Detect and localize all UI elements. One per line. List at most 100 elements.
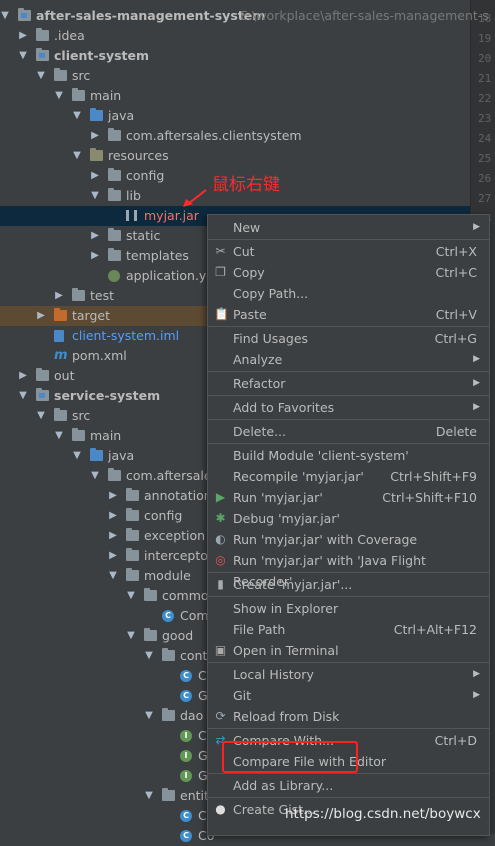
menu-item[interactable]: Build Module 'client-system' (208, 445, 489, 466)
collapse-arrow-icon[interactable]: ▶ (108, 526, 118, 546)
collapse-arrow-icon[interactable]: ▶ (18, 366, 28, 386)
menu-item[interactable]: Delete... Delete (208, 421, 489, 442)
tree-node-label: config (126, 168, 165, 183)
menu-item[interactable]: ▮ Create 'myjar.jar'... (208, 574, 489, 595)
tree-node[interactable]: ▼ src (0, 66, 470, 86)
watermark: https://blog.csdn.net/boywcx (285, 806, 481, 822)
menu-item-label: Create 'myjar.jar'... (233, 577, 353, 592)
expand-arrow-icon[interactable]: ▼ (36, 406, 46, 426)
menu-item-label: Copy Path... (233, 286, 309, 301)
class-icon: C (180, 690, 192, 702)
menu-item[interactable]: ◐ Run 'myjar.jar' with Coverage (208, 529, 489, 550)
package-icon (162, 708, 175, 721)
menu-item[interactable]: File Path Ctrl+Alt+F12 (208, 619, 489, 640)
menu-item[interactable]: ❐ Copy Ctrl+C (208, 262, 489, 283)
collapse-arrow-icon[interactable]: ▶ (90, 126, 100, 146)
collapse-arrow-icon[interactable]: ▶ (90, 166, 100, 186)
menu-separator (208, 596, 489, 597)
menu-item[interactable]: ⟳ Reload from Disk (208, 706, 489, 727)
expand-arrow-icon[interactable]: ▼ (144, 706, 154, 726)
class-icon: C (180, 810, 192, 822)
tree-node-label: good (162, 628, 194, 643)
tree-node-label: after-sales-management-system (36, 8, 266, 23)
menu-item[interactable]: ◎ Run 'myjar.jar' with 'Java Flight Recor… (208, 550, 489, 589)
expand-arrow-icon[interactable]: ▼ (54, 426, 64, 446)
class-icon: C (180, 670, 192, 682)
menu-item-label: Add to Favorites (233, 400, 335, 415)
package-icon (126, 528, 139, 541)
create-config-icon: ▮ (217, 577, 224, 591)
expand-arrow-icon[interactable]: ▼ (18, 386, 28, 406)
menu-item[interactable]: Git ▶ (208, 685, 489, 706)
tree-node-label: exception (144, 528, 206, 543)
expand-arrow-icon[interactable]: ▼ (144, 786, 154, 806)
expand-arrow-icon[interactable]: ▼ (90, 466, 100, 486)
tree-node[interactable]: ▼ resources (0, 146, 470, 166)
package-icon (126, 548, 139, 561)
tree-node[interactable]: ▶ .idea (0, 26, 470, 46)
menu-item[interactable]: ▶ Run 'myjar.jar' Ctrl+Shift+F10 (208, 487, 489, 508)
collapse-arrow-icon[interactable]: ▶ (54, 286, 64, 306)
expand-arrow-icon[interactable]: ▼ (144, 646, 154, 666)
collapse-arrow-icon[interactable]: ▶ (108, 506, 118, 526)
menu-item[interactable]: Add to Favorites ▶ (208, 397, 489, 418)
collapse-arrow-icon[interactable]: ▶ (18, 26, 28, 46)
tree-node[interactable]: ▼ client-system (0, 46, 470, 66)
tree-node-label: client-system.iml (72, 328, 180, 343)
menu-item[interactable]: Find Usages Ctrl+G (208, 328, 489, 349)
menu-separator (208, 419, 489, 420)
github-icon: ● (215, 802, 226, 816)
tree-node-label: .idea (54, 28, 85, 43)
menu-item[interactable]: Copy Path... (208, 283, 489, 304)
tree-node[interactable]: ▼ java (0, 106, 470, 126)
expand-arrow-icon[interactable]: ▼ (108, 566, 118, 586)
expand-arrow-icon[interactable]: ▼ (126, 626, 136, 646)
expand-arrow-icon[interactable]: ▼ (90, 186, 100, 206)
menu-item[interactable]: Add as Library... (208, 775, 489, 796)
menu-item-shortcut: Ctrl+V (435, 307, 477, 322)
tree-node[interactable]: ▶ com.aftersales.clientsystem (0, 126, 470, 146)
jar-file-icon (126, 210, 137, 221)
menu-item[interactable]: Analyze ▶ (208, 349, 489, 370)
expand-arrow-icon[interactable]: ▼ (18, 46, 28, 66)
tree-node-label: com.aftersales (126, 468, 219, 483)
expand-arrow-icon[interactable]: ▼ (0, 6, 10, 26)
menu-item[interactable]: 📋 Paste Ctrl+V (208, 304, 489, 325)
collapse-arrow-icon[interactable]: ▶ (90, 226, 100, 246)
collapse-arrow-icon[interactable]: ▶ (36, 306, 46, 326)
tree-node-label: pom.xml (72, 348, 127, 363)
menu-item[interactable]: Recompile 'myjar.jar' Ctrl+Shift+F9 (208, 466, 489, 487)
menu-separator (208, 239, 489, 240)
expand-arrow-icon[interactable]: ▼ (72, 146, 82, 166)
line-number: 23 (478, 112, 492, 125)
menu-item[interactable]: Refactor ▶ (208, 373, 489, 394)
folder-icon (108, 188, 121, 201)
expand-arrow-icon[interactable]: ▼ (72, 106, 82, 126)
interface-icon: I (180, 770, 192, 782)
copy-icon: ❐ (215, 265, 226, 279)
menu-separator (208, 572, 489, 573)
collapse-arrow-icon[interactable]: ▶ (90, 246, 100, 266)
menu-item[interactable]: ✱ Debug 'myjar.jar' (208, 508, 489, 529)
tree-node-label: src (72, 68, 91, 83)
menu-item-label: Git (233, 688, 252, 703)
menu-item[interactable]: ✂ Cut Ctrl+X (208, 241, 489, 262)
menu-item[interactable]: Show in Explorer (208, 598, 489, 619)
collapse-arrow-icon[interactable]: ▶ (108, 486, 118, 506)
collapse-arrow-icon[interactable]: ▶ (108, 546, 118, 566)
menu-item[interactable]: Local History ▶ (208, 664, 489, 685)
expand-arrow-icon[interactable]: ▼ (54, 86, 64, 106)
annotation-arrow-icon (183, 189, 207, 207)
menu-item[interactable]: ▣ Open in Terminal (208, 640, 489, 661)
source-folder-icon (90, 108, 103, 121)
menu-item[interactable]: New ▶ (208, 217, 489, 238)
package-icon (108, 128, 121, 141)
tree-node[interactable]: ▼ main (0, 86, 470, 106)
line-number: 27 (478, 192, 492, 205)
tree-node[interactable]: ▼ after-sales-management-system E:\workpla… (0, 6, 489, 26)
expand-arrow-icon[interactable]: ▼ (126, 586, 136, 606)
expand-arrow-icon[interactable]: ▼ (72, 446, 82, 466)
menu-item-label: File Path (233, 622, 286, 637)
expand-arrow-icon[interactable]: ▼ (36, 66, 46, 86)
menu-item-shortcut: Ctrl+Shift+F10 (382, 490, 477, 505)
